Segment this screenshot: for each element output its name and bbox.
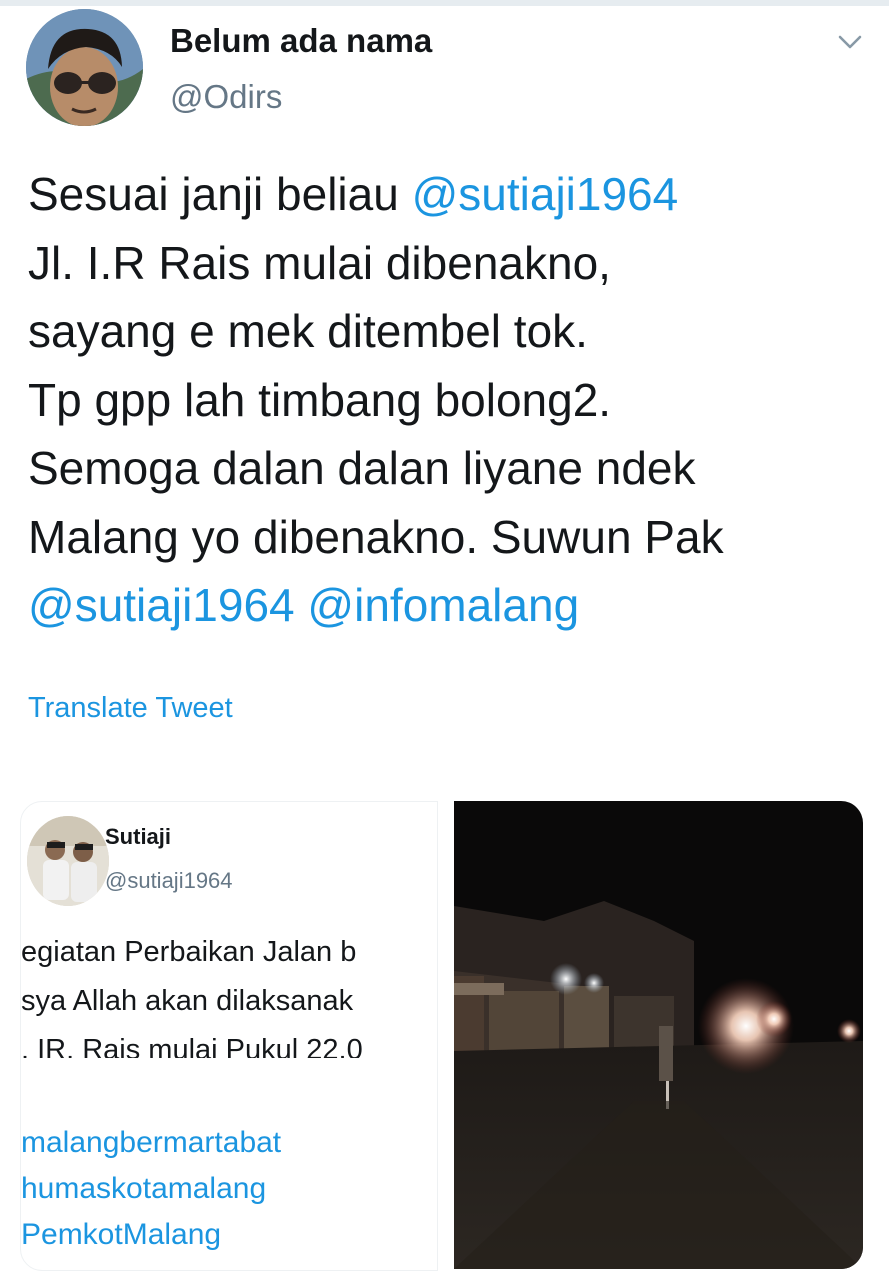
avatar-photo: [26, 9, 143, 126]
media-image-night-road[interactable]: [454, 801, 863, 1269]
tweet-text-segment: Sesuai janji beliau: [28, 168, 412, 220]
mention-link[interactable]: @infomalang: [307, 579, 579, 631]
chevron-down-icon[interactable]: [834, 26, 866, 58]
embedded-hashtag: humaskotamalang: [21, 1172, 267, 1205]
tweet-text-segment: sayang e mek ditembel tok.: [28, 305, 588, 357]
embedded-text-line: . IR. Rais mulai Pukul 22.0: [21, 1034, 363, 1058]
tweet-text-line: @sutiaji1964 @infomalang: [28, 571, 873, 640]
media-image-screenshot[interactable]: Sutiaji @sutiaji1964 egiatan Perbaikan J…: [20, 801, 438, 1271]
avatar[interactable]: [26, 9, 143, 126]
display-name[interactable]: Belum ada nama: [170, 22, 432, 60]
translate-tweet-link[interactable]: Translate Tweet: [28, 692, 233, 725]
mention-link[interactable]: @sutiaji1964: [28, 579, 295, 631]
top-divider: [0, 0, 889, 6]
night-road-photo: [454, 801, 863, 1269]
tweet-text-segment: Tp gpp lah timbang bolong2.: [28, 373, 612, 426]
mention-link[interactable]: @sutiaji1964: [412, 168, 679, 220]
embedded-handle: @sutiaji1964: [105, 868, 233, 893]
tweet-text-line: Semoga dalan dalan liyane ndek: [28, 434, 873, 503]
embedded-hashtag: malangbermartabat: [21, 1126, 282, 1159]
embedded-text-line: sya Allah akan dilaksanak: [21, 985, 354, 1017]
tweet-text-line: Jl. I.R Rais mulai dibenakno,: [28, 229, 873, 298]
tweet-text-segment: Semoga dalan dalan liyane ndek: [28, 442, 696, 494]
tweet-text-line: Sesuai janji beliau @sutiaji1964: [28, 160, 873, 229]
embedded-avatar: [27, 816, 109, 906]
user-handle[interactable]: @Odirs: [170, 78, 282, 116]
tweet-text: Sesuai janji beliau @sutiaji1964 Jl. I.R …: [28, 160, 873, 640]
tweet-text-line: Malang yo dibenakno. Suwun Pak: [28, 503, 873, 572]
embedded-hashtags: malangbermartabat humaskotamalang Pemkot…: [21, 1120, 437, 1258]
embedded-display-name: Sutiaji: [105, 824, 172, 849]
embedded-tweet-text: egiatan Perbaikan Jalan b sya Allah akan…: [21, 928, 437, 1058]
tweet-text-line: sayang e mek ditembel tok.: [28, 297, 873, 366]
tweet-text-segment: Jl. I.R Rais mulai dibenakno,: [28, 236, 611, 289]
embedded-text-line: egiatan Perbaikan Jalan b: [21, 936, 357, 968]
tweet-text-segment: [295, 579, 308, 631]
tweet-text-segment: Malang yo dibenakno. Suwun Pak: [28, 510, 724, 563]
embedded-hashtag: PemkotMalang: [21, 1218, 222, 1251]
tweet-text-line: Tp gpp lah timbang bolong2.: [28, 366, 873, 435]
